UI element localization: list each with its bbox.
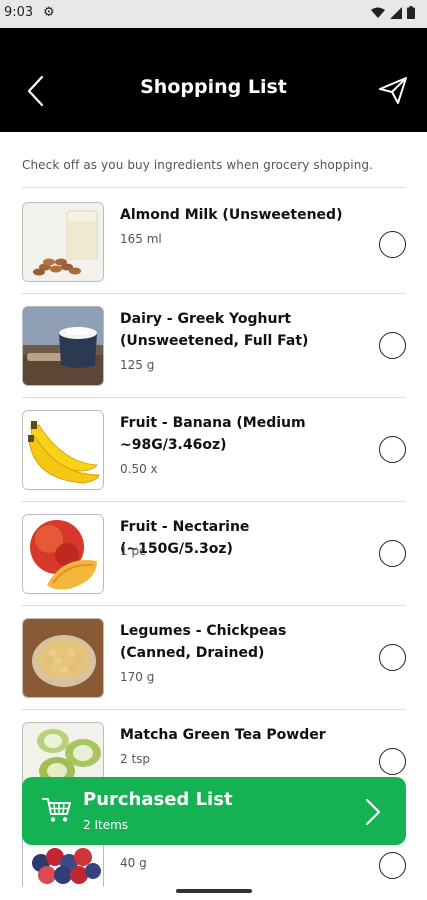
- signal-icon: [390, 6, 402, 19]
- item-quantity: 40 g: [120, 856, 147, 870]
- check-off-toggle[interactable]: [379, 540, 406, 567]
- status-icons: [371, 6, 415, 19]
- cart-icon: [42, 798, 71, 822]
- status-time: 9:03: [4, 5, 34, 20]
- item-name: Fruit - Nectarine (~150G/5.3oz): [120, 519, 250, 557]
- item-name: Legumes - Chickpeas (Canned, Drained): [120, 623, 287, 661]
- check-off-toggle[interactable]: [379, 332, 406, 359]
- app-header: Shopping List: [0, 28, 427, 132]
- almond-milk-photo: [22, 202, 104, 282]
- banana-photo: [22, 410, 104, 490]
- item-name: Fruit - Banana (Medium ~98G/3.46oz): [120, 415, 306, 453]
- app-screen: 9:03 ⚙ Shopping List Check off as you bu…: [0, 0, 427, 900]
- page-title: Shopping List: [140, 76, 287, 98]
- greek-yoghurt-photo: [22, 306, 104, 386]
- send-icon[interactable]: [377, 74, 409, 106]
- item-quantity: 165 ml: [120, 232, 162, 246]
- battery-icon: [407, 6, 415, 19]
- item-name: Almond Milk (Unsweetened): [120, 207, 343, 223]
- item-quantity: 125 g: [120, 358, 155, 372]
- check-off-toggle[interactable]: [379, 436, 406, 463]
- item-quantity: 2 tsp: [120, 752, 151, 766]
- check-off-toggle[interactable]: [379, 748, 406, 775]
- system-nav-bar: [0, 887, 427, 900]
- purchased-list-title: Purchased List: [83, 789, 233, 810]
- purchased-item-count: 2 Items: [83, 818, 129, 832]
- status-bar: 9:03 ⚙: [0, 0, 427, 28]
- item-quantity: 0.50 x: [120, 462, 158, 476]
- list-item[interactable]: Legumes - Chickpeas (Canned, Drained) 17…: [22, 606, 406, 710]
- wifi-icon: [371, 7, 385, 18]
- divider: [22, 187, 406, 188]
- list-item[interactable]: Almond Milk (Unsweetened) 165 ml: [22, 190, 406, 294]
- check-off-toggle[interactable]: [379, 231, 406, 258]
- chickpeas-photo: [22, 618, 104, 698]
- intro-text: Check off as you buy ingredients when gr…: [22, 158, 374, 172]
- check-off-toggle[interactable]: [379, 852, 406, 879]
- nectarine-photo: [22, 514, 104, 594]
- chevron-right-icon: [365, 798, 381, 826]
- purchased-list-button[interactable]: Purchased List 2 Items: [22, 777, 406, 845]
- item-name: Dairy - Greek Yoghurt (Unsweetened, Full…: [120, 311, 309, 349]
- shopping-list-content[interactable]: Check off as you buy ingredients when gr…: [0, 132, 427, 887]
- item-quantity: 170 g: [120, 670, 155, 684]
- check-off-toggle[interactable]: [379, 644, 406, 671]
- item-name: Matcha Green Tea Powder: [120, 727, 326, 743]
- list-item[interactable]: Fruit - Nectarine (~150G/5.3oz) 1 pc: [22, 502, 406, 606]
- list-item[interactable]: Fruit - Banana (Medium ~98G/3.46oz) 0.50…: [22, 398, 406, 502]
- item-quantity: 1 pc: [120, 544, 146, 558]
- home-indicator[interactable]: [176, 889, 252, 893]
- list-item[interactable]: Dairy - Greek Yoghurt (Unsweetened, Full…: [22, 294, 406, 398]
- settings-gear-icon: ⚙: [43, 5, 55, 20]
